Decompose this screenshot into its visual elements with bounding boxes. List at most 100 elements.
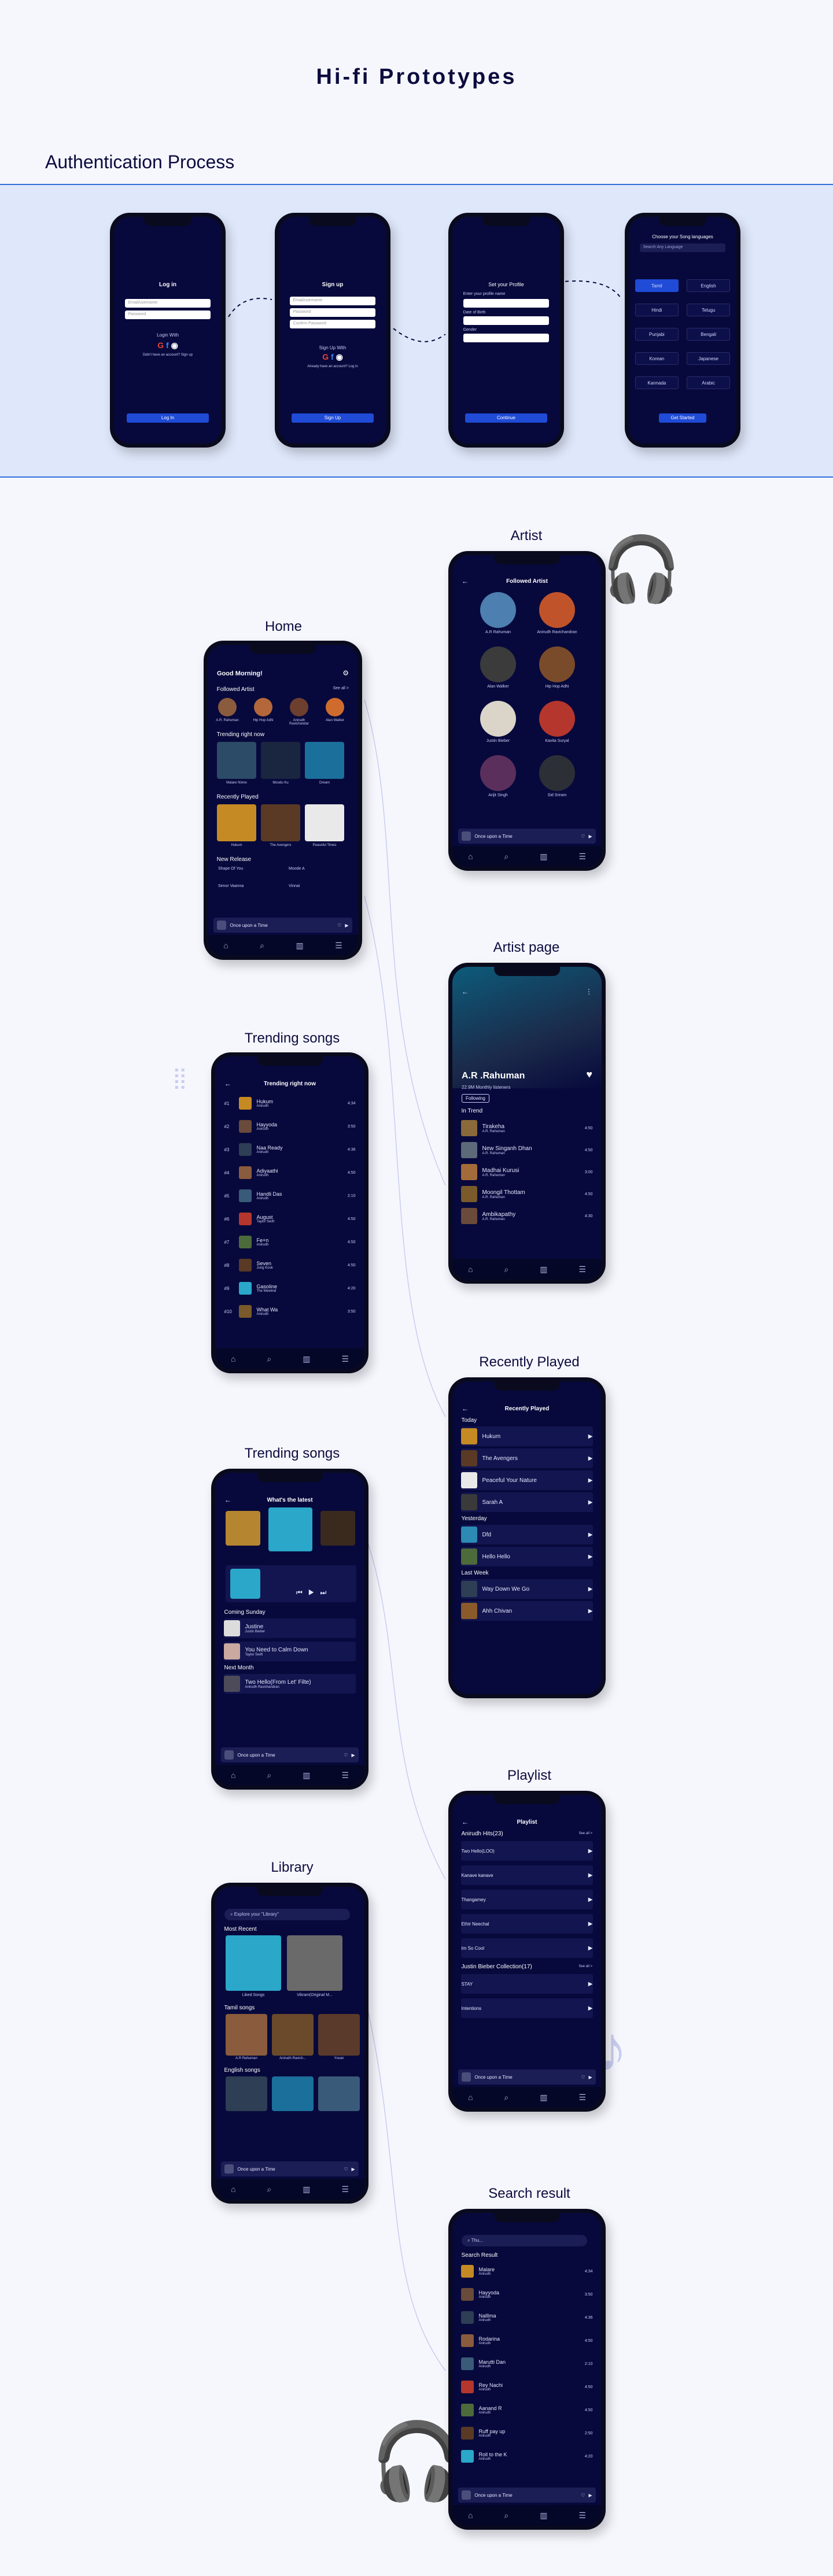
play-icon[interactable]: ▶ [345, 923, 348, 928]
song-row[interactable]: #8 Seven Jung Kook 4:50 [224, 1256, 356, 1274]
song-row[interactable]: #10 What Wa Anirudh 3:50 [224, 1303, 356, 1320]
play-icon[interactable]: ▶ [352, 2167, 355, 2172]
recent-row[interactable]: Way Down We Go ▶ [461, 1579, 593, 1599]
tamil-card[interactable] [318, 2014, 360, 2056]
profile-icon[interactable]: ☰ [578, 2093, 586, 2102]
dob-field[interactable] [463, 316, 550, 325]
gender-field[interactable] [463, 334, 550, 342]
profile-icon[interactable]: ☰ [578, 1265, 586, 1274]
library-icon[interactable]: ▥ [303, 2185, 310, 2194]
login-button[interactable]: Log In [127, 413, 209, 423]
artist-avatar[interactable] [480, 755, 516, 791]
language-search-input[interactable]: Search Any Language [639, 243, 726, 252]
song-row[interactable]: Ambikapathy A.R. Rahuman 4:30 [461, 1206, 593, 1226]
library-icon[interactable]: ▥ [303, 1354, 310, 1364]
artist-avatar[interactable] [539, 701, 575, 737]
mini-player[interactable]: Once upon a Time ♡ ▶ [458, 2488, 596, 2503]
mini-player[interactable]: Once upon a Time ♡ ▶ [221, 1747, 359, 1762]
play-icon[interactable]: ▶ [588, 1455, 593, 1462]
lang-option[interactable]: Japanese [687, 352, 730, 365]
signup-button[interactable]: Sign Up [292, 413, 374, 423]
song-row[interactable]: New Singanh Dhan A.R. Rahuman 4:50 [461, 1140, 593, 1160]
tamil-card[interactable] [226, 2014, 267, 2056]
song-row[interactable]: #7 Fe+n Anirudh 4:50 [224, 1233, 356, 1251]
coming-row[interactable]: You Need to Calm Down Taylor Swift [224, 1642, 356, 1661]
lang-option[interactable]: Tamil [635, 279, 679, 292]
artist-avatar[interactable] [326, 698, 344, 716]
search-icon[interactable]: ⌕ [267, 1354, 271, 1364]
home-icon[interactable]: ⌂ [223, 941, 228, 950]
search-input[interactable]: ⌕ Thu... [462, 2235, 587, 2246]
lang-option[interactable]: Arabic [687, 376, 730, 389]
artist-avatar[interactable] [539, 592, 575, 628]
lang-option[interactable]: English [687, 279, 730, 292]
carousel-cover[interactable] [226, 1511, 260, 1546]
song-row[interactable]: Ruff pay up Anirudh 2:50 [461, 2425, 593, 2442]
play-icon[interactable]: ▶ [588, 1586, 593, 1592]
recent-row[interactable]: Ahh Chivan ▶ [461, 1601, 593, 1621]
english-card[interactable] [318, 2076, 360, 2111]
song-row[interactable]: Madhai Kurusi A.R. Rahuman 3:00 [461, 1162, 593, 1182]
play-icon[interactable]: ▶ [588, 1499, 593, 1506]
lang-option[interactable]: Bengali [687, 328, 730, 341]
library-icon[interactable]: ▥ [540, 852, 547, 862]
playlist-row[interactable]: Thangamey ▶ [461, 1890, 593, 1909]
social-login-icons[interactable]: G f ◉ [114, 341, 222, 350]
library-card[interactable] [226, 1935, 281, 1991]
trending-card[interactable] [261, 742, 300, 779]
play-icon[interactable]: ▶ [589, 2493, 592, 2498]
lang-option[interactable]: Telugu [687, 304, 730, 316]
new-release-item[interactable]: Moode A [289, 867, 305, 871]
song-row[interactable]: #6 August Taylor Swift 4:50 [224, 1210, 356, 1228]
play-icon[interactable]: ▶ [588, 1433, 593, 1440]
song-row[interactable]: #4 Adiyaathi Anirudh 4:50 [224, 1164, 356, 1181]
artist-avatar[interactable] [480, 701, 516, 737]
continue-button[interactable]: Continue [465, 413, 547, 423]
play-icon[interactable]: ▶ [588, 1921, 593, 1927]
home-icon[interactable]: ⌂ [468, 2093, 473, 2102]
login-email-field[interactable]: Email/username [124, 299, 211, 308]
search-icon[interactable]: ⌕ [504, 2093, 508, 2102]
coming-row[interactable]: Justine Justin Bieber [224, 1618, 356, 1638]
library-icon[interactable]: ▥ [540, 2511, 547, 2520]
lang-option[interactable]: Punjabi [635, 328, 679, 341]
heart-icon[interactable]: ♥ [586, 1069, 592, 1081]
song-row[interactable]: Malare Anirudh 4:34 [461, 2263, 593, 2280]
login-password-field[interactable]: Password [124, 311, 211, 319]
home-icon[interactable]: ⌂ [468, 852, 473, 861]
play-icon[interactable]: ▶ [588, 2005, 593, 2012]
lang-option[interactable]: Kannada [635, 376, 679, 389]
song-row[interactable]: Rodarina Anirudh 4:50 [461, 2332, 593, 2349]
mini-player[interactable]: Once upon a Time ♡ ▶ [213, 918, 352, 933]
play-icon[interactable]: ▶ [588, 1532, 593, 1538]
see-all-link[interactable]: See all > [333, 686, 349, 690]
search-icon[interactable]: ⌕ [504, 852, 508, 862]
song-row[interactable]: Marutti Dan Anirudh 2:10 [461, 2355, 593, 2372]
heart-icon[interactable]: ♡ [581, 834, 585, 839]
playlist-row[interactable]: Intentions ▶ [461, 1998, 593, 2018]
recent-card[interactable] [305, 804, 344, 841]
recent-row[interactable]: Peaceful Your Nature ▶ [461, 1470, 593, 1490]
song-row[interactable]: Hayyoda Anirudh 3:50 [461, 2286, 593, 2303]
signup-password-field[interactable]: Password [289, 308, 376, 317]
home-icon[interactable]: ⌂ [468, 2511, 473, 2520]
profile-icon[interactable]: ☰ [578, 2511, 586, 2520]
social-signup-icons[interactable]: G f ◉ [279, 352, 386, 362]
carousel-cover[interactable] [320, 1511, 355, 1546]
song-row[interactable]: Nalllma Anirudh 4:36 [461, 2309, 593, 2326]
carousel-cover-active[interactable] [268, 1507, 312, 1551]
tamil-card[interactable] [272, 2014, 314, 2056]
song-row[interactable]: #9 Gasoline The Weeknd 4:20 [224, 1280, 356, 1297]
following-button[interactable]: Following [462, 1094, 489, 1103]
profile-icon[interactable]: ☰ [341, 1771, 349, 1780]
mini-player[interactable]: Once upon a Time ♡ ▶ [458, 829, 596, 844]
back-icon[interactable]: ← [462, 577, 469, 585]
library-card[interactable] [287, 1935, 342, 1991]
signup-email-field[interactable]: Email/username [289, 297, 376, 305]
english-card[interactable] [226, 2076, 267, 2111]
lang-option[interactable]: Korean [635, 352, 679, 365]
song-row[interactable]: Rey Nachi Anirudh 4:50 [461, 2378, 593, 2396]
artist-avatar[interactable] [254, 698, 272, 716]
playlist-row[interactable]: Two Hello(LOO) ▶ [461, 1841, 593, 1861]
song-row[interactable]: #1 Hukum Anirudh 4:34 [224, 1095, 356, 1112]
